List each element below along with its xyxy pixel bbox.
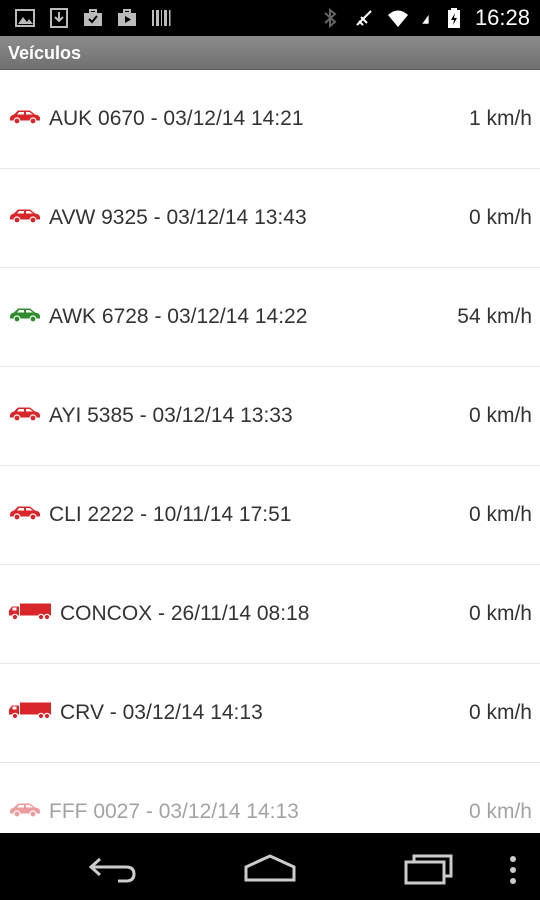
list-item[interactable]: AWK 6728 - 03/12/14 14:22 54 km/h bbox=[0, 268, 540, 367]
download-icon bbox=[50, 8, 68, 28]
barcode-icon bbox=[152, 10, 171, 26]
list-item[interactable]: AUK 0670 - 03/12/14 14:21 1 km/h bbox=[0, 70, 540, 169]
vehicle-speed: 0 km/h bbox=[468, 701, 532, 724]
vehicle-speed: 0 km/h bbox=[468, 800, 532, 823]
battery-charging-icon bbox=[447, 8, 460, 28]
image-icon bbox=[15, 9, 35, 27]
vehicle-label: CONCOX - 26/11/14 08:18 bbox=[60, 602, 310, 625]
vehicle-speed: 0 km/h bbox=[468, 602, 532, 625]
wifi-bars-icon bbox=[422, 14, 429, 24]
list-item[interactable]: AVW 9325 - 03/12/14 13:43 0 km/h bbox=[0, 169, 540, 268]
page-title: Veículos bbox=[8, 43, 82, 63]
status-bar: 16:28 bbox=[0, 0, 540, 36]
vehicle-label: CLI 2222 - 10/11/14 17:51 bbox=[49, 503, 292, 526]
home-icon[interactable] bbox=[243, 853, 297, 883]
vehicle-speed: 1 km/h bbox=[468, 107, 532, 130]
navigation-bar bbox=[0, 833, 540, 900]
bluetooth-icon bbox=[324, 7, 337, 29]
truck-icon bbox=[8, 702, 52, 725]
vehicle-list[interactable]: AUK 0670 - 03/12/14 14:21 1 km/h AVW 9325 … bbox=[0, 70, 540, 833]
list-item[interactable]: CONCOX - 26/11/14 08:18 0 km/h bbox=[0, 565, 540, 664]
play-store-icon bbox=[118, 9, 136, 26]
car-icon bbox=[8, 505, 42, 526]
car-icon bbox=[8, 802, 42, 823]
car-icon bbox=[8, 208, 42, 229]
action-bar: Veículos bbox=[0, 36, 540, 70]
truck-icon bbox=[8, 603, 52, 626]
vehicle-speed: 0 km/h bbox=[468, 404, 532, 427]
vehicle-label: FFF 0027 - 03/12/14 14:13 bbox=[49, 800, 299, 823]
car-icon bbox=[8, 109, 42, 130]
vehicle-speed: 54 km/h bbox=[457, 305, 532, 328]
no-signal-icon bbox=[356, 10, 372, 26]
car-icon bbox=[8, 406, 42, 427]
vehicle-label: AWK 6728 - 03/12/14 14:22 bbox=[49, 305, 308, 328]
vehicle-speed: 0 km/h bbox=[468, 503, 532, 526]
vehicle-label: AUK 0670 - 03/12/14 14:21 bbox=[49, 107, 304, 130]
vehicle-label: AVW 9325 - 03/12/14 13:43 bbox=[49, 206, 307, 229]
vehicle-label: AYI 5385 - 03/12/14 13:33 bbox=[49, 404, 293, 427]
list-item[interactable]: FFF 0027 - 03/12/14 14:13 0 km/h bbox=[0, 763, 540, 833]
recents-icon[interactable] bbox=[404, 853, 454, 885]
overflow-menu-icon[interactable] bbox=[509, 855, 517, 885]
briefcase-check-icon bbox=[84, 9, 102, 26]
clock: 16:28 bbox=[474, 5, 530, 30]
vehicle-speed: 0 km/h bbox=[468, 206, 532, 229]
list-item[interactable]: CRV - 03/12/14 14:13 0 km/h bbox=[0, 664, 540, 763]
list-item[interactable]: AYI 5385 - 03/12/14 13:33 0 km/h bbox=[0, 367, 540, 466]
list-item[interactable]: CLI 2222 - 10/11/14 17:51 0 km/h bbox=[0, 466, 540, 565]
vehicle-label: CRV - 03/12/14 14:13 bbox=[60, 701, 263, 724]
back-icon[interactable] bbox=[88, 855, 138, 883]
wifi-icon bbox=[387, 10, 408, 27]
car-icon bbox=[8, 307, 42, 328]
